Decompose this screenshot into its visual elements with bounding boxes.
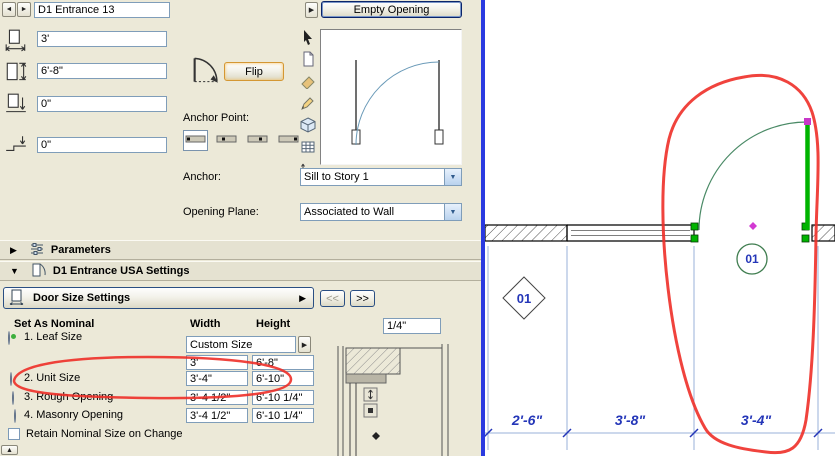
- parameters-icon: [29, 242, 45, 259]
- door-size-icon: [9, 289, 25, 308]
- unit-size-label: 2. Unit Size: [24, 372, 81, 384]
- chevron-down-icon[interactable]: ▼: [444, 204, 461, 220]
- door-swing-drawing: [351, 60, 444, 146]
- empty-opening-button[interactable]: Empty Opening: [321, 1, 462, 18]
- page-preview-icon[interactable]: [300, 51, 318, 70]
- wall-segment-right[interactable]: [811, 224, 835, 242]
- parameters-section-label: Parameters: [50, 244, 111, 256]
- sill-field[interactable]: [37, 96, 167, 112]
- height-header: Height: [256, 318, 291, 330]
- door-marker-text: 01: [745, 252, 759, 266]
- parameters-section-bar[interactable]: ▶ Parameters: [0, 240, 481, 260]
- masonry-height-field[interactable]: [252, 408, 314, 423]
- opening-plane-label: Opening Plane:: [183, 206, 259, 218]
- dimension-text-left[interactable]: 2'-6": [497, 412, 557, 428]
- door-size-settings-button[interactable]: Door Size Settings ▶: [3, 287, 314, 309]
- panel-flyout-icon[interactable]: ▶: [299, 293, 306, 304]
- rough-height-field[interactable]: [252, 390, 314, 405]
- door-settings-icon: [31, 263, 47, 280]
- door-section-preview[interactable]: [330, 338, 462, 456]
- scrollbar-up-button[interactable]: ▲: [1, 445, 18, 455]
- expand-right-icon[interactable]: ▶: [10, 245, 17, 256]
- sill-height-icon: [4, 92, 28, 119]
- door-name-input[interactable]: [34, 2, 170, 18]
- door-settings-dialog: ◄ ► ▶ Empty Opening: [0, 0, 481, 456]
- rough-opening-label: 3. Rough Opening: [24, 391, 114, 403]
- grid-view-icon[interactable]: [300, 139, 318, 158]
- floor-plan-canvas[interactable]: 01 01 2'-6" 3'-8" 3'-4": [483, 0, 835, 456]
- anchor-point-options: [183, 130, 304, 151]
- anchor-point-center-right-icon[interactable]: [245, 130, 270, 151]
- door-size-settings-label: Door Size Settings: [33, 292, 131, 304]
- anchor-point-center-left-icon[interactable]: [214, 130, 239, 151]
- rough-width-field[interactable]: [186, 390, 248, 405]
- leaf-endpoint-handle[interactable]: [804, 118, 811, 125]
- custom-size-flyout-button[interactable]: ▶: [298, 336, 311, 353]
- door-width-icon: [4, 28, 28, 55]
- frame-width-field[interactable]: [383, 318, 441, 334]
- masonry-width-field[interactable]: [186, 408, 248, 423]
- eraser-tool-icon[interactable]: [300, 73, 318, 92]
- opening-plane-value: Associated to Wall: [304, 206, 395, 218]
- pencil-tool-icon[interactable]: [300, 95, 318, 114]
- unit-height-field[interactable]: [252, 371, 314, 386]
- chevron-down-icon[interactable]: ▼: [444, 169, 461, 185]
- stretch-handle-icon[interactable]: [363, 387, 378, 402]
- door-swing-arc: [698, 121, 808, 231]
- leaf-width-field[interactable]: [186, 355, 248, 370]
- custom-size-value: Custom Size: [190, 338, 253, 351]
- anchor-select-value: Sill to Story 1: [304, 171, 369, 183]
- leaf-size-label: 1. Leaf Size: [24, 331, 83, 343]
- anchor-select[interactable]: Sill to Story 1 ▼: [300, 168, 462, 186]
- opening-plane-select[interactable]: Associated to Wall ▼: [300, 203, 462, 221]
- width-header: Width: [190, 318, 221, 330]
- dimension-text-right[interactable]: 3'-4": [726, 412, 786, 428]
- retain-nominal-checkbox[interactable]: [8, 428, 20, 440]
- preview-toolstrip: [300, 29, 318, 180]
- masonry-opening-radio[interactable]: [14, 409, 16, 423]
- nav-prev-button[interactable]: ◄: [2, 2, 16, 17]
- anchor-point-label: Anchor Point:: [183, 112, 250, 124]
- custom-size-select[interactable]: Custom Size: [186, 336, 296, 353]
- 3d-view-icon[interactable]: [300, 117, 318, 136]
- prev-page-button[interactable]: <<: [320, 290, 345, 307]
- anchor-label: Anchor:: [183, 171, 221, 183]
- dimension-text-mid[interactable]: 3'-8": [600, 412, 660, 428]
- section-marker-icon: [372, 432, 380, 440]
- anchor-point-left-icon[interactable]: [183, 130, 208, 151]
- leaf-size-radio[interactable]: [8, 331, 10, 345]
- cursor-tool-icon[interactable]: [300, 29, 318, 48]
- usa-settings-section-bar[interactable]: ▼ D1 Entrance USA Settings: [0, 261, 481, 281]
- hotspot-node[interactable]: [749, 222, 757, 230]
- unit-size-radio[interactable]: [10, 372, 12, 386]
- empty-opening-flyout-button[interactable]: ▶: [305, 2, 318, 18]
- width-field[interactable]: [37, 31, 167, 47]
- leaf-height-field[interactable]: [252, 355, 314, 370]
- anchor-point-right-icon[interactable]: [276, 130, 301, 151]
- set-as-nominal-label: Set As Nominal: [14, 318, 95, 330]
- flip-direction-icon: [183, 54, 219, 89]
- unit-width-field[interactable]: [186, 371, 248, 386]
- expand-down-icon[interactable]: ▼: [10, 266, 19, 276]
- retain-nominal-label: Retain Nominal Size on Change: [26, 428, 183, 440]
- rough-opening-radio[interactable]: [12, 391, 14, 405]
- next-page-button[interactable]: >>: [350, 290, 375, 307]
- door-symbol-preview[interactable]: [320, 29, 462, 165]
- opening-marker-text: 01: [516, 291, 532, 306]
- empty-opening-symbol[interactable]: [566, 224, 695, 242]
- usa-settings-section-label: D1 Entrance USA Settings: [52, 265, 190, 277]
- door-height-icon: [4, 60, 28, 87]
- reveal-field[interactable]: [37, 137, 167, 153]
- threshold-icon: [4, 133, 28, 160]
- nav-next-button[interactable]: ►: [17, 2, 31, 17]
- app-window: ◄ ► ▶ Empty Opening: [0, 0, 835, 456]
- flip-button[interactable]: Flip: [224, 62, 284, 81]
- height-field[interactable]: [37, 63, 167, 79]
- wall-segment-left[interactable]: [484, 224, 568, 242]
- anchor-handle-icon[interactable]: [363, 403, 378, 418]
- masonry-opening-label: 4. Masonry Opening: [24, 409, 124, 421]
- floor-plan-drawing: [483, 118, 835, 450]
